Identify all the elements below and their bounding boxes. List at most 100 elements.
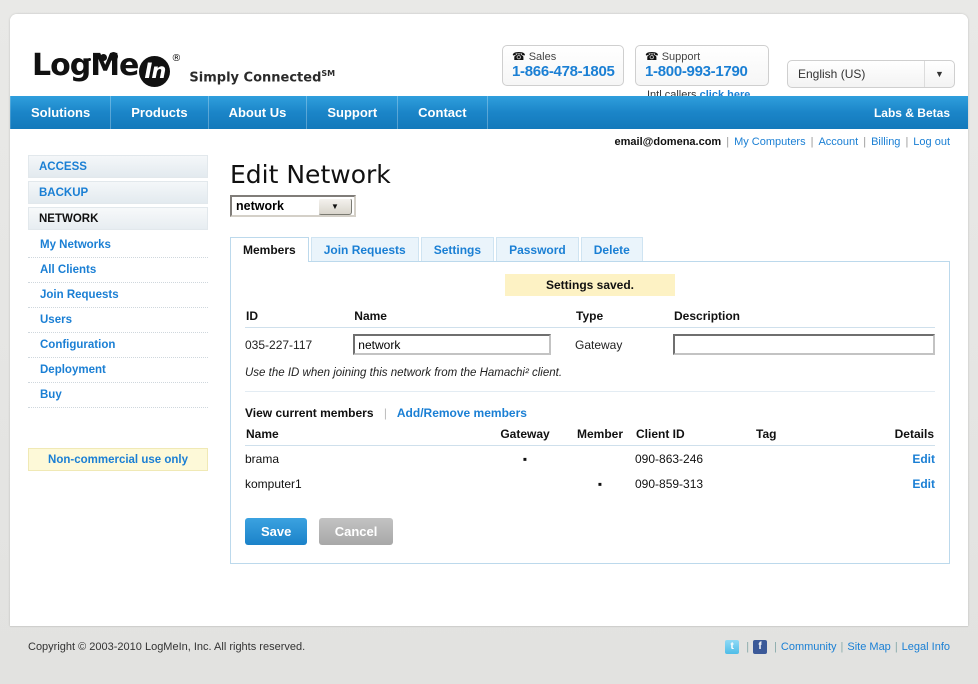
nav-item-solutions[interactable]: Solutions [10,96,112,129]
table-row: brama ▪ 090-863-246 Edit [245,446,935,472]
sidebar-item-my-networks[interactable]: My Networks [28,233,208,258]
logmein-logo[interactable]: LogMe In® Simply ConnectedSM [32,44,335,87]
network-id-value: 035-227-117 [245,337,313,352]
form-actions: Save Cancel [245,518,935,545]
support-phone-number[interactable]: 1-800-993-1790 [645,63,758,80]
member-details-cell: Edit [855,471,935,496]
account-email: email@domena.com [614,136,722,148]
member-name: komputer1 [245,477,302,491]
tab-delete[interactable]: Delete [580,237,643,261]
logo-part-in: In [139,56,171,87]
separator: | [894,640,898,653]
member-gateway-marker [485,471,565,496]
member-tag [755,471,855,496]
member-gateway-marker: ▪ [522,452,528,466]
sidebar-item-buy[interactable]: Buy [28,383,208,408]
cancel-button[interactable]: Cancel [318,518,394,545]
main-content: Edit Network network ▼ Members Join Requ… [208,155,950,564]
support-label-row: ☎ Support [645,50,758,63]
account-link-log-out[interactable]: Log out [913,136,950,148]
language-select-value: English (US) [798,67,866,81]
nav-item-labs-and-betas[interactable]: Labs & Betas [856,96,968,129]
tab-join-requests[interactable]: Join Requests [310,237,419,261]
sidebar-item-deployment[interactable]: Deployment [28,358,208,383]
account-bar: email@domena.com | My Computers | Accoun… [10,129,968,155]
network-select[interactable]: network ▼ [230,195,356,217]
network-description-input[interactable] [673,334,935,355]
nav-item-products[interactable]: Products [111,96,209,129]
separator: | [774,640,777,653]
members-view-switcher: View current members | Add/Remove member… [245,406,935,420]
sidebar-item-join-requests[interactable]: Join Requests [28,283,208,308]
network-id-hint: Use the ID when joining this network fro… [245,367,935,392]
account-link-account[interactable]: Account [818,136,858,148]
separator: | [383,406,387,420]
network-details-table: ID Name Type Description 035-227-117 net… [245,308,935,359]
support-phone-box[interactable]: ☎ Support 1-800-993-1790 [635,45,769,86]
separator: | [905,136,909,148]
column-header-name: Name [245,426,485,446]
account-link-my-computers[interactable]: My Computers [734,136,806,148]
member-client-id: 090-863-246 [635,452,704,466]
separator: | [810,136,814,148]
copyright-text: Copyright © 2003-2010 LogMeIn, Inc. All … [28,640,306,653]
column-header-gateway: Gateway [485,426,565,446]
logo-wordmark: LogMe In® [32,44,181,87]
member-edit-link[interactable]: Edit [912,477,935,491]
chevron-down-icon[interactable]: ▼ [318,197,352,215]
nav-item-contact[interactable]: Contact [398,96,488,129]
footer-link-community[interactable]: Community [781,641,837,653]
tab-members[interactable]: Members [230,237,309,262]
footer-link-legal-info[interactable]: Legal Info [902,641,950,653]
page-body: ACCESS BACKUP NETWORK My Networks All Cl… [10,155,968,564]
status-banner-settings-saved: Settings saved. [505,274,675,296]
non-commercial-notice: Non-commercial use only [28,448,208,471]
chevron-down-icon[interactable]: ▼ [924,61,954,87]
sales-phone-number[interactable]: 1-866-478-1805 [512,63,615,80]
sidebar-section-network[interactable]: NETWORK [28,207,208,230]
sidebar: ACCESS BACKUP NETWORK My Networks All Cl… [28,155,208,564]
add-remove-members-link[interactable]: Add/Remove members [397,406,527,420]
sidebar-section-backup[interactable]: BACKUP [28,181,208,204]
account-link-billing[interactable]: Billing [871,136,900,148]
member-member-marker: ▪ [597,477,603,491]
telephone-icon: ☎ [645,51,659,63]
member-tag [755,446,855,472]
facebook-icon[interactable]: f [753,639,768,654]
member-member-marker [565,446,635,472]
sales-phone-box[interactable]: ☎ Sales 1-866-478-1805 [502,45,624,86]
nav-item-support[interactable]: Support [307,96,399,129]
tagline-sm-mark: SM [321,68,336,78]
member-client-id: 090-859-313 [635,477,704,491]
twitter-icon[interactable]: t [725,639,740,654]
tagline-text: Simply Connected [189,70,322,85]
separator: | [840,640,844,653]
separator: | [726,136,730,148]
sidebar-item-users[interactable]: Users [28,308,208,333]
table-header-row: ID Name Type Description [245,308,935,328]
separator: | [863,136,867,148]
network-name-input[interactable]: network [353,334,552,355]
sidebar-item-configuration[interactable]: Configuration [28,333,208,358]
logo-tagline: Simply ConnectedSM [189,69,335,85]
tab-password[interactable]: Password [496,237,579,261]
language-select[interactable]: English (US) ▼ [787,60,955,88]
network-type-value: Gateway [575,337,623,352]
logo-dots-icon [88,37,120,67]
members-table: Name Gateway Member Client ID Tag Detail… [245,426,935,496]
footer-link-site-map[interactable]: Site Map [847,641,890,653]
separator: | [746,640,750,653]
network-select-value: network [236,199,284,213]
sidebar-section-access[interactable]: ACCESS [28,155,208,178]
member-edit-link[interactable]: Edit [912,452,935,466]
main-card: LogMe In® Simply ConnectedSM ☎ Sales 1-866… [10,14,968,626]
nav-item-about-us[interactable]: About Us [209,96,308,129]
column-header-description: Description [673,308,935,328]
column-header-type: Type [575,308,673,328]
table-row: komputer1 ▪ 090-859-313 Edit [245,471,935,496]
save-button[interactable]: Save [245,518,308,545]
support-label: Support [661,51,701,63]
tab-settings[interactable]: Settings [420,237,495,261]
column-header-client-id: Client ID [635,426,755,446]
sidebar-item-all-clients[interactable]: All Clients [28,258,208,283]
